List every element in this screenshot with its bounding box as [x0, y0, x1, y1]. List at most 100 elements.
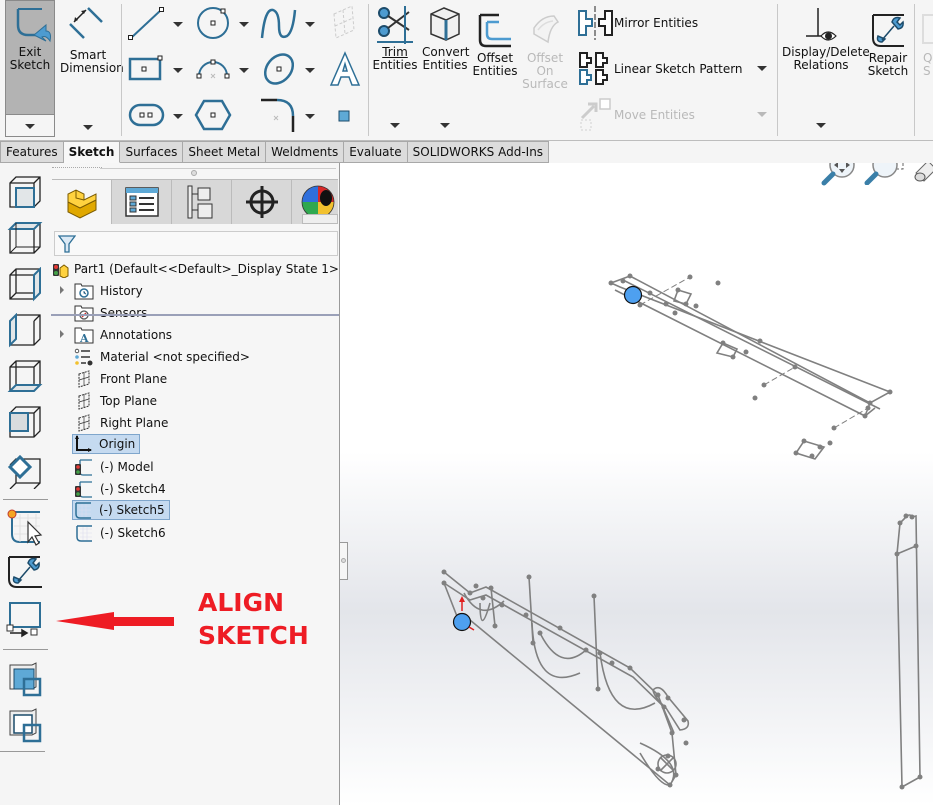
chevron-down-icon[interactable]	[757, 112, 767, 117]
tree-item-right-plane[interactable]: Right Plane	[74, 413, 170, 433]
chevron-down-icon[interactable]	[173, 114, 183, 119]
move-entities-button[interactable]: Move Entities	[578, 98, 773, 132]
tree-item-origin[interactable]: Origin	[72, 434, 141, 454]
arc-tool-button[interactable]	[193, 50, 253, 88]
line-tool-button[interactable]	[127, 4, 187, 42]
panel-collapse-handle[interactable]	[191, 170, 197, 176]
tree-item-top-plane[interactable]: Top Plane	[74, 391, 159, 411]
tree-item-sketch6[interactable]: (-) Sketch6	[74, 523, 168, 543]
exit-sketch-dropdown[interactable]	[6, 114, 54, 136]
linear-sketch-pattern-button[interactable]: Linear Sketch Pattern	[578, 50, 773, 88]
view-top-icon[interactable]	[6, 221, 44, 259]
text-tool-button[interactable]	[326, 50, 364, 88]
tree-root-part[interactable]: Part1 (Default<<Default>_Display State 1…	[52, 259, 346, 279]
rectangle-tool-button[interactable]	[127, 50, 187, 88]
chevron-down-icon[interactable]	[440, 123, 450, 128]
tree-item-sketch5[interactable]: (-) Sketch5	[72, 500, 170, 520]
chevron-down-icon[interactable]	[390, 123, 400, 128]
view-right-icon[interactable]	[6, 267, 44, 305]
smart-dimension-icon	[69, 7, 103, 39]
upper-sketch-points	[608, 273, 893, 459]
repair-sketch-label-2: Sketch	[867, 64, 909, 78]
tab-surfaces[interactable]: Surfaces	[120, 141, 184, 163]
expand-annotations-arrow[interactable]	[60, 330, 64, 338]
tab-evaluate[interactable]: Evaluate	[344, 141, 408, 163]
chevron-down-icon	[25, 124, 35, 129]
chevron-down-icon[interactable]	[173, 68, 183, 73]
tree-root-label: Part1 (Default<<Default>_Display State 1…	[74, 262, 344, 276]
offset-entities-button[interactable]: Offset Entities	[472, 10, 518, 80]
view-bottom-icon[interactable]	[6, 359, 44, 397]
ribbon-separator	[914, 4, 915, 136]
offset-surface-icon	[533, 15, 560, 44]
tree-item-history[interactable]: History	[74, 281, 145, 301]
tab-sketch[interactable]: Sketch	[63, 141, 121, 163]
slot-tool-button[interactable]	[127, 96, 187, 134]
trim-entities-button[interactable]: Trim Entities	[372, 4, 418, 136]
scissors-icon	[377, 6, 413, 44]
chevron-down-icon[interactable]	[305, 22, 315, 27]
repair-sketch-icon[interactable]	[6, 553, 44, 591]
modify-sketch-icon[interactable]	[6, 508, 44, 546]
slot-icon	[128, 103, 165, 127]
rollback-bar[interactable]	[51, 314, 339, 316]
chevron-down-icon[interactable]	[239, 68, 249, 73]
display-hide-icon[interactable]	[6, 659, 44, 697]
tree-item-label: History	[100, 284, 143, 298]
point-tool-button[interactable]	[336, 108, 352, 124]
quick-snaps-button[interactable]: Q S	[920, 10, 933, 80]
dimxpert-manager-tab[interactable]	[232, 180, 292, 224]
tab-scroll-arrows[interactable]	[302, 214, 338, 224]
graphics-area[interactable]	[340, 163, 933, 805]
normal-to-icon[interactable]	[6, 451, 44, 489]
smart-dimension-button[interactable]: Smart Dimension	[60, 4, 124, 136]
smart-dimension-label-2: Dimension	[60, 61, 124, 75]
view-left-icon[interactable]	[6, 313, 44, 351]
panel-splitter-handle[interactable]	[340, 542, 348, 580]
tab-features[interactable]: Features	[0, 141, 64, 163]
panel-grip[interactable]	[52, 167, 102, 169]
property-manager-tab[interactable]	[112, 180, 172, 224]
tree-item-front-plane[interactable]: Front Plane	[74, 369, 169, 389]
expand-history-arrow[interactable]	[60, 286, 64, 294]
tree-filter[interactable]	[54, 231, 338, 256]
display-manager-tab[interactable]	[292, 180, 338, 224]
chevron-down-icon[interactable]	[757, 66, 767, 71]
repair-sketch-button[interactable]: Repair Sketch	[866, 10, 910, 80]
view-back-icon[interactable]	[6, 405, 44, 443]
chevron-down-icon[interactable]	[239, 22, 249, 27]
origin-point-lower[interactable]	[452, 612, 472, 632]
tab-solidworks-add-ins[interactable]: SOLIDWORKS Add-Ins	[407, 141, 550, 163]
spline-tool-button[interactable]	[259, 4, 319, 42]
exit-sketch-button[interactable]: Exit Sketch	[5, 0, 55, 137]
tree-item-model[interactable]: (-) Model	[74, 457, 156, 477]
chevron-down-icon[interactable]	[173, 22, 183, 27]
tree-item-sketch4[interactable]: (-) Sketch4	[74, 479, 168, 499]
hidden-lines-icon[interactable]	[6, 705, 44, 743]
arc-icon	[196, 59, 230, 79]
sketch-plane-button[interactable]	[330, 4, 360, 40]
tab-weldments[interactable]: Weldments	[266, 141, 345, 163]
chevron-down-icon[interactable]	[305, 68, 315, 73]
tree-item-material[interactable]: Material <not specified>	[74, 347, 252, 367]
view-front-icon[interactable]	[6, 175, 44, 213]
convert-entities-button[interactable]: Convert Entities	[422, 4, 469, 136]
plane-icon	[78, 414, 90, 432]
mirror-entities-button[interactable]: Mirror Entities	[576, 6, 776, 40]
polygon-tool-button[interactable]	[193, 96, 233, 134]
ellipse-tool-button[interactable]	[259, 50, 319, 88]
circle-icon	[197, 7, 229, 39]
configuration-manager-tab[interactable]	[172, 180, 232, 224]
display-delete-relations-button[interactable]: Display/Delete Relations	[782, 4, 870, 136]
tab-sheet-metal[interactable]: Sheet Metal	[183, 141, 267, 163]
origin-point-upper[interactable]	[623, 285, 643, 305]
circle-tool-button[interactable]	[193, 4, 253, 42]
feature-manager-tab[interactable]	[52, 180, 112, 224]
tree-item-sensors[interactable]: Sensors	[74, 303, 149, 323]
chevron-down-icon[interactable]	[816, 123, 826, 128]
align-sketch-icon[interactable]	[6, 600, 44, 638]
fillet-tool-button[interactable]	[259, 96, 319, 134]
offset-on-surface-button[interactable]: Offset On Surface	[522, 10, 568, 100]
tree-item-annotations[interactable]: A Annotations	[74, 325, 174, 345]
chevron-down-icon[interactable]	[305, 114, 315, 119]
